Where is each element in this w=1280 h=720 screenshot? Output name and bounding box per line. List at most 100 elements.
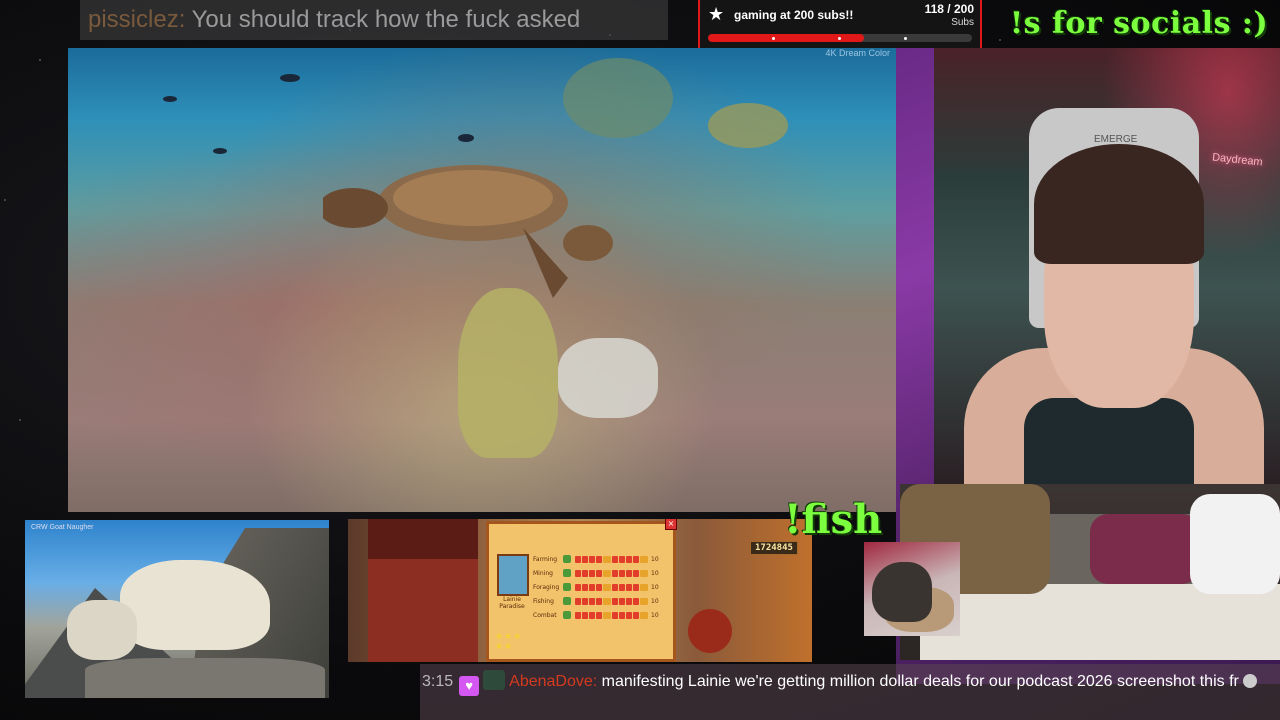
fish	[458, 134, 474, 142]
skill-level: 10	[651, 597, 659, 605]
skill-icon	[563, 569, 571, 577]
skill-pip	[596, 555, 602, 563]
goat-kid	[67, 600, 137, 660]
skills-panel: × Lainie Paradise Farming 10 Mining 10 Forag…	[486, 519, 677, 662]
skill-icon	[563, 583, 571, 591]
cat-cam	[864, 542, 960, 636]
user-badge-icon	[483, 670, 506, 690]
skill-pip	[575, 555, 581, 563]
skill-label: Fishing	[533, 597, 554, 605]
autumn-tree	[688, 609, 732, 653]
goat-cam-credit: CRW Goat Naugher	[31, 524, 94, 531]
progress-tick	[904, 37, 907, 40]
skill-pip	[626, 569, 632, 577]
sub-goal-unit: Subs	[951, 17, 974, 28]
coral	[558, 338, 658, 418]
white-pillow	[1190, 494, 1280, 594]
skill-pip	[619, 611, 625, 619]
close-icon: ×	[665, 519, 677, 530]
mountain-goat	[120, 560, 270, 650]
streamer-webcam: EMERGE Daydream	[934, 48, 1280, 484]
skill-pip	[640, 555, 648, 563]
fish	[163, 96, 177, 102]
skill-pip	[612, 555, 618, 563]
skill-pip	[612, 597, 618, 605]
fish-command-text: !fish	[784, 496, 883, 543]
underwater-video: 4K Dream Color	[68, 48, 896, 512]
skill-row: Foraging 10	[533, 580, 659, 594]
neon-sign: Daydream	[1211, 151, 1264, 169]
skill-pip	[633, 597, 639, 605]
skill-pip	[633, 611, 639, 619]
skill-pip	[596, 597, 602, 605]
skill-pip	[603, 597, 611, 605]
sub-goal-title: gaming at 200 subs!!	[734, 8, 854, 22]
skill-pip	[626, 555, 632, 563]
skill-level: 10	[651, 569, 659, 577]
skill-level-pips	[575, 569, 648, 577]
skill-level: 10	[651, 611, 659, 619]
skill-row: Fishing 10	[533, 594, 659, 608]
skill-label: Mining	[533, 569, 553, 577]
skill-pip	[582, 611, 588, 619]
top-chat-username: pissiclez:	[88, 6, 186, 33]
skill-label: Combat	[533, 611, 557, 619]
coral	[458, 288, 558, 458]
bottom-chat-message: 3:15 ♥ AbenaDove: manifesting Lainie we're…	[420, 664, 1280, 720]
streamer-shirt	[1024, 398, 1194, 484]
skill-pip	[589, 583, 595, 591]
skill-row: Farming 10	[533, 552, 659, 566]
skill-pip	[626, 611, 632, 619]
skill-pip	[640, 611, 648, 619]
skill-pip	[575, 597, 581, 605]
coral	[708, 103, 788, 148]
chat-username: AbenaDove:	[509, 673, 598, 690]
skill-pip	[612, 611, 618, 619]
mountain-goat-cam: CRW Goat Naugher	[25, 520, 329, 698]
skill-level-pips	[575, 611, 648, 619]
skill-pip	[596, 569, 602, 577]
skill-pip	[603, 611, 611, 619]
skill-pip	[619, 555, 625, 563]
skill-pip	[603, 583, 611, 591]
skill-icon	[563, 555, 571, 563]
skill-pip	[612, 569, 618, 577]
skill-pip	[619, 583, 625, 591]
skill-pip	[633, 583, 639, 591]
video-credit: 4K Dream Color	[825, 48, 890, 58]
sea-turtle-icon	[323, 165, 613, 298]
skill-pip	[626, 597, 632, 605]
cat	[872, 562, 932, 622]
skill-label: Foraging	[533, 583, 560, 591]
skill-pip	[640, 569, 648, 577]
skill-pip	[575, 583, 581, 591]
skill-pip	[596, 611, 602, 619]
fish	[213, 148, 227, 154]
skill-pip	[575, 611, 581, 619]
skill-pip	[603, 555, 611, 563]
skill-pip	[633, 555, 639, 563]
skill-row: Combat 10	[533, 608, 659, 622]
skill-pip	[582, 583, 588, 591]
gold-counter: 1724845	[750, 541, 798, 555]
top-chat-text: You should track how the fuck asked	[191, 6, 581, 33]
skill-pip	[619, 569, 625, 577]
skill-pip	[582, 555, 588, 563]
chat-timestamp: 3:15	[422, 673, 454, 690]
stardew-game-capture: 1724845 × Lainie Paradise Farming 10 Minin…	[348, 519, 812, 662]
skill-pip	[582, 569, 588, 577]
fish	[280, 74, 300, 82]
chat-message-text: manifesting Lainie we're getting million…	[601, 673, 1239, 690]
skill-icon	[563, 611, 571, 619]
skill-pip	[582, 597, 588, 605]
star-icon: ★	[708, 4, 725, 24]
skill-pip	[589, 555, 595, 563]
mastery-stars: ★★★ ★★	[495, 632, 523, 652]
skill-level-pips	[575, 555, 648, 563]
couch-seat	[920, 584, 1280, 660]
skill-level: 10	[651, 583, 659, 591]
skill-pip	[589, 611, 595, 619]
player-portrait	[497, 554, 529, 596]
skill-level: 10	[651, 555, 659, 563]
emote-icon	[1243, 674, 1258, 688]
